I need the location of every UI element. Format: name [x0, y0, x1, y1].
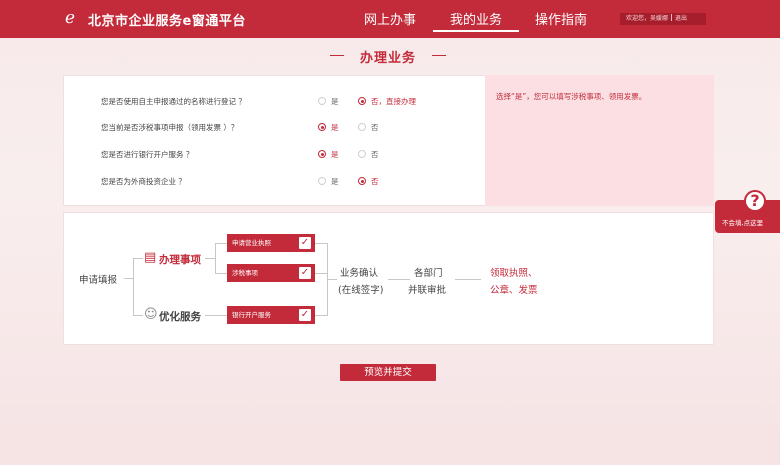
- step-review: 各部门: [414, 268, 443, 279]
- nav-operation-guide[interactable]: 操作指南: [535, 9, 587, 28]
- option-label: 否: [371, 177, 379, 186]
- question-row: 您当前是否涉税事项申报（领用发票 ）？ 是 否: [0, 120, 480, 134]
- flow-connector: [327, 279, 337, 280]
- flow-start-label: 申请填报: [79, 275, 118, 286]
- nav-active-indicator: [433, 30, 519, 32]
- step-review-note: 并联审批: [408, 285, 447, 296]
- divider: [432, 55, 446, 56]
- step-confirm-note: (在线签字): [338, 285, 384, 296]
- divider: [330, 55, 344, 56]
- section-heading: 办理业务: [0, 44, 780, 66]
- flow-connector: [215, 273, 227, 274]
- radio-circle-selected[interactable]: [358, 97, 366, 105]
- item-label: 银行开户服务: [232, 311, 271, 319]
- item-bank-account[interactable]: 银行开户服务 ✓: [227, 306, 315, 324]
- nav-online-service[interactable]: 网上办事: [364, 9, 416, 28]
- radio-circle-selected[interactable]: [318, 150, 326, 158]
- user-greeting: 欢迎您，吴媛娜: [626, 15, 669, 22]
- option-label: 否: [371, 150, 379, 159]
- nav-my-business[interactable]: 我的业务: [450, 9, 502, 28]
- question-row: 您是否使用自主申报通过的名称进行登记 ？ 是 否，直接办理: [0, 94, 480, 108]
- flow-connector: [133, 258, 134, 315]
- group-title-handle-matters: 办理事项: [159, 254, 201, 266]
- step-receive-note: 公章、发票: [490, 285, 538, 296]
- flow-connector: [315, 315, 327, 316]
- option-label: 是: [331, 123, 339, 132]
- user-info: 欢迎您，吴媛娜 退出: [620, 13, 706, 25]
- item-tax-matters[interactable]: 涉税事项 ✓: [227, 264, 315, 282]
- service-person-icon: ☺: [144, 307, 158, 322]
- group-title-optimize-service: 优化服务: [159, 311, 201, 323]
- flow-connector: [388, 279, 410, 280]
- preview-submit-button[interactable]: 预览并提交: [340, 364, 436, 381]
- flow-connector: [205, 258, 215, 259]
- divider: [671, 14, 673, 21]
- item-label: 涉税事项: [232, 269, 258, 277]
- flow-connector: [124, 278, 133, 279]
- radio-circle[interactable]: [318, 97, 326, 105]
- top-navigation-bar: ℯ 北京市企业服务e窗通平台 网上办事 我的业务 操作指南 欢迎您，吴媛娜 退出: [0, 0, 780, 38]
- option-label: 否，直接办理: [371, 97, 416, 106]
- document-icon: ▤: [144, 250, 157, 265]
- option-label: 是: [331, 150, 339, 159]
- app-title: 北京市企业服务e窗通平台: [88, 14, 246, 29]
- check-icon[interactable]: ✓: [299, 267, 311, 279]
- help-text[interactable]: 不会填,点这里: [722, 217, 763, 227]
- radio-circle[interactable]: [358, 150, 366, 158]
- check-icon[interactable]: ✓: [299, 309, 311, 321]
- flow-connector: [215, 243, 216, 273]
- logo-icon: ℯ: [64, 8, 76, 28]
- flow-connector: [133, 315, 143, 316]
- question-label: 您当前是否涉税事项申报（领用发票 ）？: [101, 123, 239, 132]
- option-label: 是: [331, 177, 339, 186]
- question-label: 您是否进行银行开户服务 ？: [101, 150, 194, 159]
- flow-connector: [315, 273, 327, 274]
- check-icon[interactable]: ✓: [299, 237, 311, 249]
- radio-circle-selected[interactable]: [358, 177, 366, 185]
- radio-circle[interactable]: [318, 177, 326, 185]
- question-icon[interactable]: ?: [744, 190, 766, 212]
- question-row: 您是否进行银行开户服务 ？ 是 否: [0, 147, 480, 161]
- option-label: 是: [331, 97, 339, 106]
- radio-circle[interactable]: [358, 123, 366, 131]
- question-row: 您是否为外商投资企业 ？ 是 否: [0, 174, 480, 188]
- flow-connector: [315, 243, 327, 244]
- flow-connector: [455, 279, 481, 280]
- flow-connector: [215, 243, 227, 244]
- question-label: 您是否使用自主申报通过的名称进行登记 ？: [101, 97, 246, 106]
- hint-text: 选择“是”，您可以填写涉税事项、领用发票。: [496, 92, 647, 101]
- step-receive: 领取执照、: [490, 268, 538, 279]
- option-label: 否: [371, 123, 379, 132]
- step-confirm: 业务确认: [340, 268, 379, 279]
- radio-circle-selected[interactable]: [318, 123, 326, 131]
- item-business-license[interactable]: 申请营业执照 ✓: [227, 234, 315, 252]
- item-label: 申请营业执照: [232, 239, 271, 247]
- logout-link[interactable]: 退出: [675, 15, 687, 22]
- flow-connector: [205, 315, 227, 316]
- question-label: 您是否为外商投资企业 ？: [101, 177, 186, 186]
- section-title: 办理业务: [360, 51, 417, 66]
- flow-connector: [133, 258, 143, 259]
